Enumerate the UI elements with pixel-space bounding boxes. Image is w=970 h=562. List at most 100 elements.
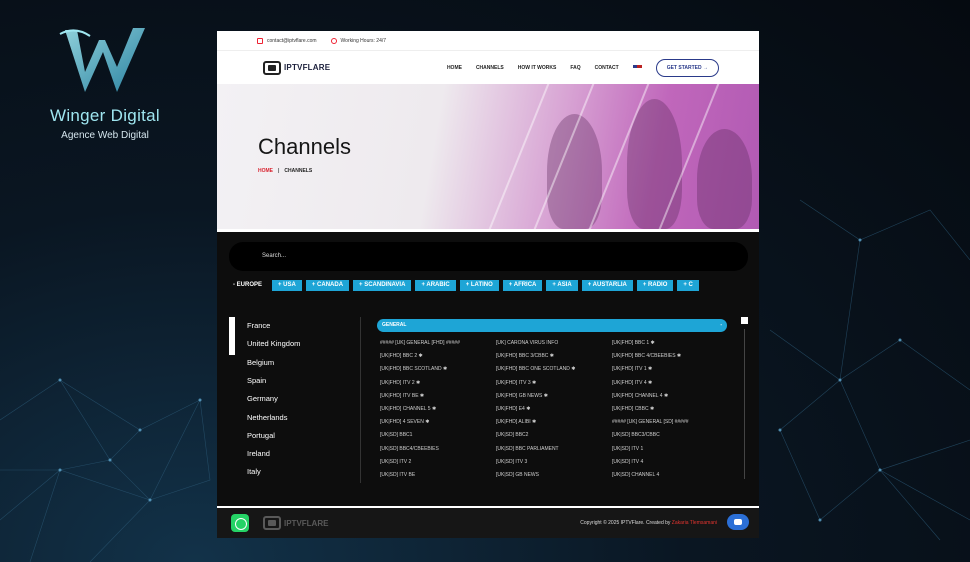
channel-item[interactable]: [UK] CARONA VIRUS INFO <box>496 338 612 348</box>
footer-logo-text: IPTVFLARE <box>284 518 329 528</box>
top-info-bar: contact@iptvflare.com Working Hours: 24/… <box>217 31 759 51</box>
hero-stripe <box>485 84 551 229</box>
scrollbar-thumb[interactable] <box>741 317 748 324</box>
channel-item[interactable]: [UK|SD] CHANNEL 4 <box>612 470 728 480</box>
site-logo[interactable]: IPTVFLARE <box>263 60 330 75</box>
country-item[interactable]: Germany <box>247 394 278 403</box>
channel-item[interactable]: [UK|FHD] BBC 4/CBEEBIES ✱ <box>612 351 728 361</box>
channel-item[interactable]: [UK|SD] ITV 3 <box>496 457 612 467</box>
channel-item[interactable]: [UK|SD] ITV 1 <box>612 444 728 454</box>
nav-how-it-works[interactable]: HOW IT WORKS <box>518 65 557 71</box>
channel-item[interactable]: [UK|SD] BBC PARLIAMENT <box>496 444 612 454</box>
nav-contact[interactable]: CONTACT <box>595 65 619 71</box>
region-tab-arabic[interactable]: + ARABIC <box>415 280 456 291</box>
hours-text: Working Hours: 24/7 <box>340 37 387 44</box>
channel-item[interactable]: [UK|FHD] ITV 3 ✱ <box>496 378 612 388</box>
main-nav: HOME CHANNELS HOW IT WORKS FAQ CONTACT <box>447 64 642 71</box>
channel-item[interactable]: [UK|FHD] ITV BE ✱ <box>380 391 496 401</box>
channel-item[interactable]: [UK|SD] ITV BE <box>380 470 496 480</box>
tv-icon <box>263 60 281 75</box>
country-item[interactable]: United Kingdom <box>247 339 300 348</box>
channel-item[interactable]: [UK|FHD] ITV 4 ✱ <box>612 378 728 388</box>
country-item[interactable]: Italy <box>247 467 261 476</box>
channel-item[interactable]: [UK|FHD] E4 ✱ <box>496 404 612 414</box>
country-item[interactable]: Netherlands <box>247 413 287 422</box>
region-tab-europe[interactable]: - EUROPE <box>233 280 268 291</box>
channel-item[interactable]: [UK|FHD] BBC SCOTLAND ✱ <box>380 364 496 374</box>
channel-item[interactable]: [UK|FHD] BBC 3/CBBC ✱ <box>496 351 612 361</box>
channel-item[interactable]: [UK|SD] ITV 4 <box>612 457 728 467</box>
channel-panel: GENERAL - ##### [UK] GENERAL [FHD] #####… <box>377 319 737 480</box>
channel-item[interactable]: [UK|SD] GB NEWS <box>496 470 612 480</box>
channel-item[interactable]: [UK|FHD] CBBC ✱ <box>612 404 728 414</box>
group-header-general[interactable]: GENERAL - <box>377 319 727 332</box>
site-header: IPTVFLARE HOME CHANNELS HOW IT WORKS FAQ… <box>217 51 759 84</box>
scrollbar-track[interactable] <box>744 329 745 479</box>
country-item[interactable]: Spain <box>247 376 266 385</box>
country-item[interactable]: Ireland <box>247 449 270 458</box>
page-hero: Channels HOME | CHANNELS <box>217 84 759 229</box>
country-item[interactable]: Portugal <box>247 431 275 440</box>
channel-item[interactable]: [UK|SD] BBC4/CBEEBIES <box>380 444 496 454</box>
channel-item[interactable]: [UK|FHD] BBC ONE SCOTLAND ✱ <box>496 364 612 374</box>
channels-section: Search... - EUROPE + USA + CANADA + SCAN… <box>217 232 759 506</box>
email-text: contact@iptvflare.com <box>267 37 317 44</box>
copyright-text: Copyright © 2025 IPTVFlare. Created by Z… <box>580 520 717 526</box>
nav-channels[interactable]: CHANNELS <box>476 65 504 71</box>
agency-tagline: Agence Web Digital <box>61 130 149 141</box>
country-item[interactable]: France <box>247 321 270 330</box>
footer-logo[interactable]: IPTVFLARE <box>263 516 328 530</box>
channel-item[interactable]: [UK|SD] BBC1 <box>380 430 496 440</box>
collapse-icon: - <box>720 322 722 328</box>
breadcrumb-separator: | <box>278 168 280 174</box>
breadcrumb: HOME | CHANNELS <box>258 168 312 174</box>
channel-item[interactable]: [UK|FHD] BBC 1 ✱ <box>612 338 728 348</box>
hero-figure-image <box>697 129 752 229</box>
breadcrumb-home[interactable]: HOME <box>258 168 273 174</box>
country-list: France United Kingdom Belgium Spain Germ… <box>229 317 361 483</box>
region-tab-usa[interactable]: + USA <box>272 280 302 291</box>
region-tab-scandinavia[interactable]: + SCANDINAVIA <box>353 280 412 291</box>
channel-item[interactable]: [UK|FHD] 4 SEVEN ✱ <box>380 417 496 427</box>
channel-item[interactable]: [UK|FHD] ITV 1 ✱ <box>612 364 728 374</box>
breadcrumb-current: CHANNELS <box>284 168 313 174</box>
region-tab-radio[interactable]: + RADIO <box>636 280 674 291</box>
channel-item[interactable]: ##### [UK] GENERAL [SD] ##### <box>612 417 728 427</box>
us-flag-icon[interactable] <box>632 64 642 71</box>
country-item[interactable]: Belgium <box>247 358 274 367</box>
region-tab-canada[interactable]: + CANADA <box>305 280 350 291</box>
channel-item[interactable]: [UK|SD] ITV 2 <box>380 457 496 467</box>
channel-item[interactable]: [UK|FHD] CHANNEL 5 ✱ <box>380 404 496 414</box>
channel-item[interactable]: [UK|FHD] GB NEWS ✱ <box>496 391 612 401</box>
channel-item[interactable]: [UK|FHD] ALIBI ✱ <box>496 417 612 427</box>
chatbot-icon[interactable] <box>727 514 749 530</box>
region-tab-australia[interactable]: + AUSTARLIA <box>581 280 633 291</box>
email-info[interactable]: contact@iptvflare.com <box>257 37 317 44</box>
get-started-button[interactable]: GET STARTED → <box>655 58 719 77</box>
agency-name: Winger Digital <box>49 106 160 125</box>
site-footer: IPTVFLARE Copyright © 2025 IPTVFlare. Cr… <box>217 508 759 538</box>
region-tab-asia[interactable]: + ASIA <box>546 280 578 291</box>
channel-item[interactable]: [UK|FHD] ITV 2 ✱ <box>380 378 496 388</box>
search-input[interactable]: Search... <box>229 242 748 271</box>
page-title: Channels <box>258 134 351 159</box>
clock-icon <box>330 37 337 44</box>
get-started-label: GET STARTED <box>666 64 702 71</box>
whatsapp-icon[interactable] <box>231 514 249 532</box>
channel-item[interactable]: [UK|SD] BBC2 <box>496 430 612 440</box>
nav-faq[interactable]: FAQ <box>570 65 580 71</box>
region-tab-latino[interactable]: + LATINO <box>459 280 499 291</box>
channel-item[interactable]: [UK|FHD] BBC 2 ✱ <box>380 351 496 361</box>
channel-scrollbar[interactable] <box>741 317 748 483</box>
author-link[interactable]: Zakaria Tlemsamani <box>672 520 717 526</box>
channel-item[interactable]: ##### [UK] GENERAL [FHD] ##### <box>380 338 496 348</box>
channel-item[interactable]: [UK|SD] BBC3/CBBC <box>612 430 728 440</box>
agency-brand: Winger Digital Agence Web Digital <box>30 22 180 141</box>
search-placeholder: Search... <box>262 253 287 259</box>
region-tab-africa[interactable]: + AFRICA <box>502 280 543 291</box>
channel-item[interactable]: [UK|FHD] CHANNEL 4 ✱ <box>612 391 728 401</box>
tv-icon <box>263 516 281 530</box>
nav-home[interactable]: HOME <box>447 65 462 71</box>
w-letter-logo-icon <box>59 28 145 92</box>
region-tab-more[interactable]: + C <box>677 280 699 291</box>
